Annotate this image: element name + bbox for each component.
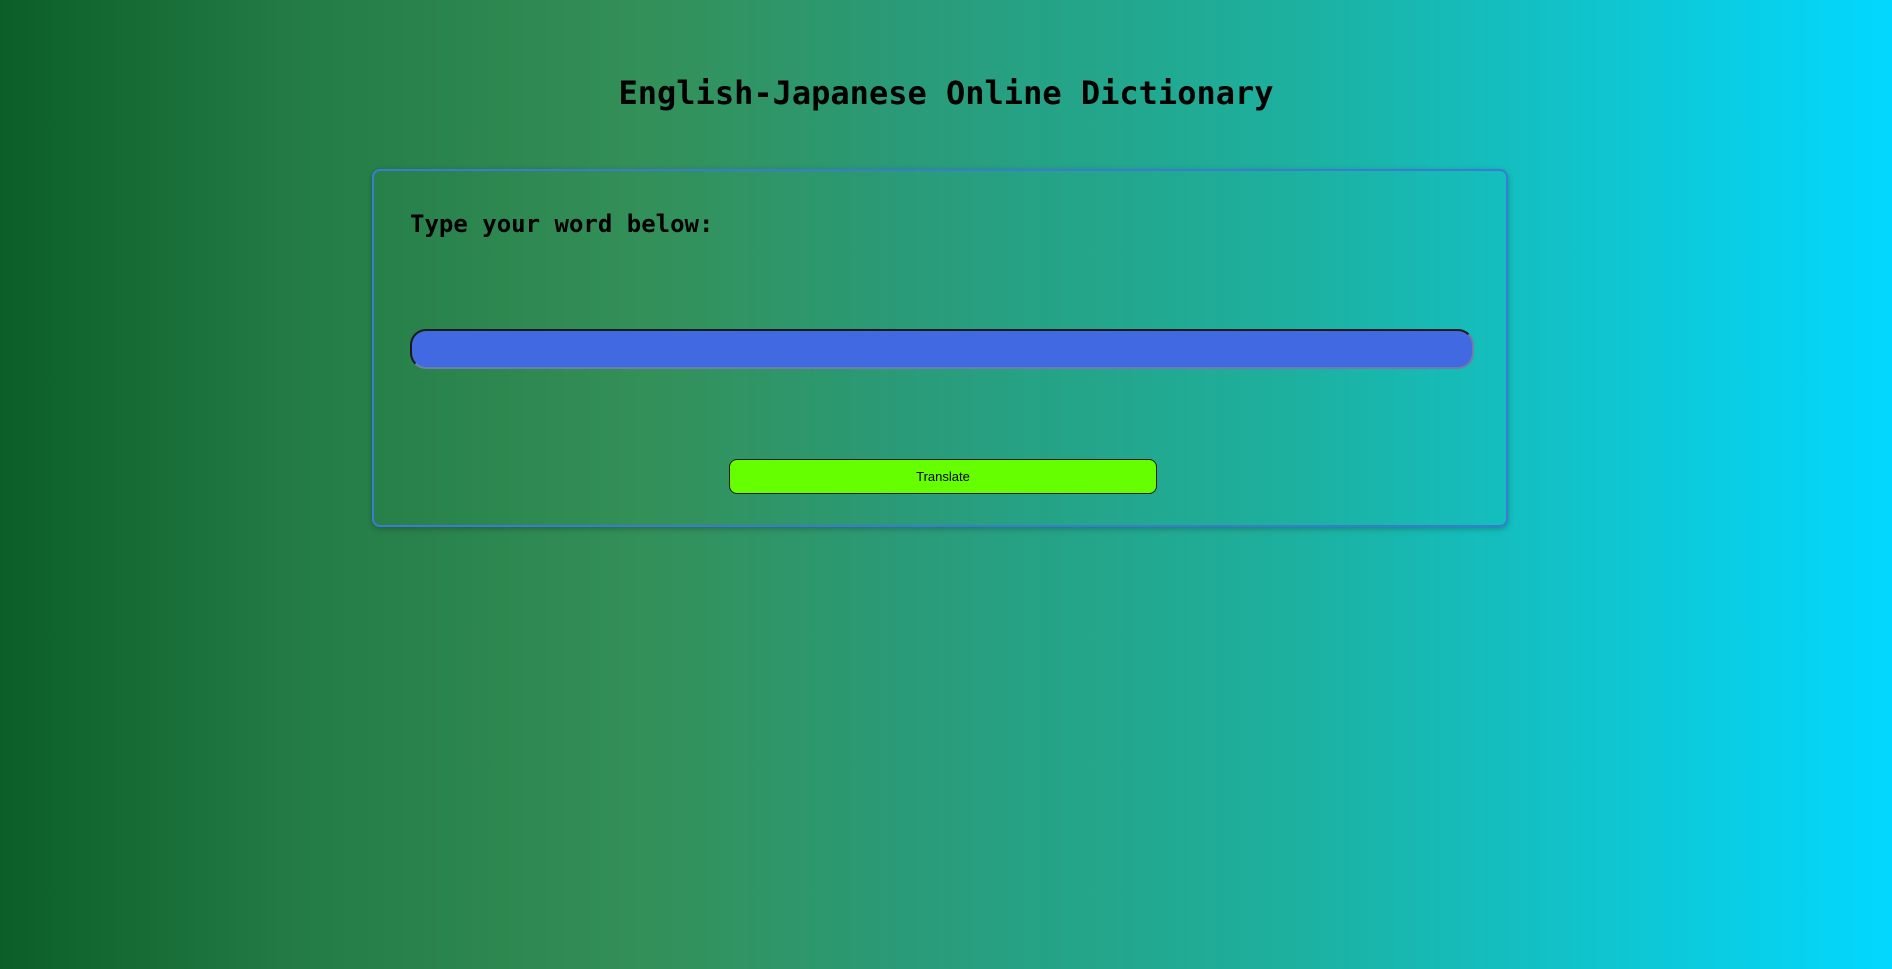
dictionary-card: Type your word below: Translate xyxy=(372,169,1508,527)
translate-button[interactable]: Translate xyxy=(729,459,1157,494)
word-input-label: Type your word below: xyxy=(410,210,714,238)
word-input[interactable] xyxy=(410,329,1474,369)
page-title: English-Japanese Online Dictionary xyxy=(618,74,1274,112)
